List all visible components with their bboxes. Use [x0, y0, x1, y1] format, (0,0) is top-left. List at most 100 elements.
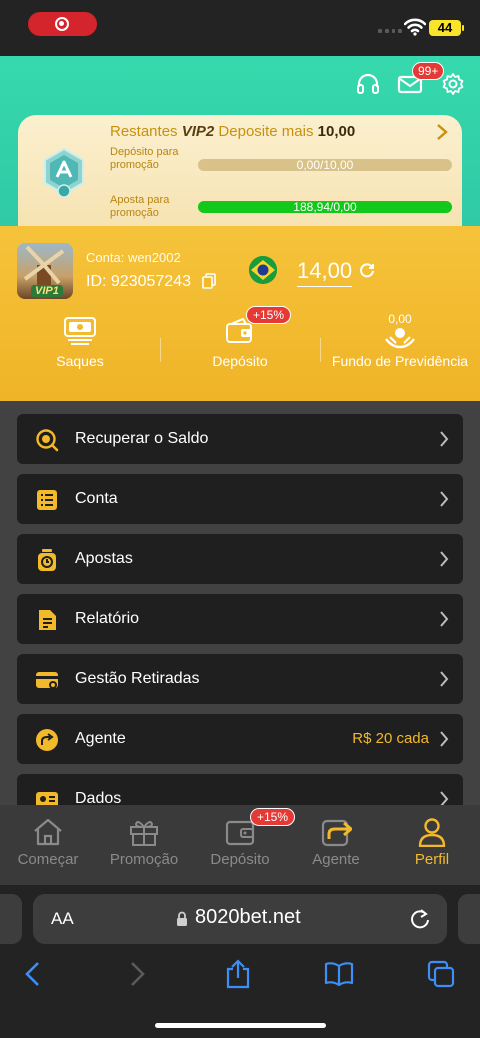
- reader-settings-button[interactable]: AA: [51, 909, 74, 929]
- menu-item-apostas[interactable]: Apostas: [17, 534, 463, 584]
- avatar-vip-tag: VIP1: [31, 285, 63, 297]
- fundo-label: Fundo de Previdência: [331, 353, 469, 369]
- bookmarks-book-icon[interactable]: [324, 959, 354, 989]
- cellular-signal-icon: [378, 29, 402, 33]
- account-label: Conta:: [86, 250, 125, 265]
- tabs-overview-icon[interactable]: [426, 959, 456, 989]
- saques-button[interactable]: Saques: [40, 316, 120, 396]
- vip-requirement-text: Restantes VIP2 Deposite mais 10,00: [110, 123, 355, 140]
- battery-indicator: 44: [429, 20, 464, 36]
- chevron-right-icon: [440, 671, 449, 687]
- cash-withdraw-icon: [64, 317, 96, 345]
- document-icon: [39, 610, 56, 630]
- account-username: Conta: wen2002: [86, 250, 181, 265]
- menu-item-recuperar-saldo[interactable]: Recuperar o Saldo: [17, 414, 463, 464]
- share-icon: [321, 819, 352, 847]
- account-id: ID: 923057243: [86, 273, 191, 291]
- list-icon: [37, 490, 57, 510]
- next-tab-preview[interactable]: [458, 894, 480, 944]
- tab-perfil[interactable]: Perfil: [384, 817, 480, 877]
- menu-item-label: Recuperar o Saldo: [75, 430, 209, 447]
- menu-item-conta[interactable]: Conta: [17, 474, 463, 524]
- refresh-balance-icon[interactable]: [359, 262, 375, 278]
- tab-promocao[interactable]: Promoção: [96, 817, 192, 877]
- tab-label: Começar: [17, 851, 79, 868]
- tab-label: Perfil: [414, 851, 450, 868]
- menu-item-label: Apostas: [75, 550, 133, 567]
- menu-item-label: Gestão Retiradas: [75, 670, 200, 687]
- vip-badge-icon: [44, 147, 84, 198]
- fundo-value: 0,00: [388, 312, 412, 326]
- settings-gear-icon[interactable]: [440, 72, 466, 96]
- hands-coin-icon: [385, 328, 415, 349]
- menu-item-label: Relatório: [75, 610, 140, 627]
- chevron-right-icon: [440, 611, 449, 627]
- menu-item-agente[interactable]: Agente R$ 20 cada: [17, 714, 463, 764]
- username: wen2002: [127, 250, 181, 265]
- home-icon: [34, 818, 62, 846]
- vip-progress-card[interactable]: Restantes VIP2 Deposite mais 10,00 Depós…: [18, 115, 462, 235]
- tab-label: Agente: [312, 851, 360, 868]
- divider: [160, 338, 161, 362]
- gift-icon: [130, 821, 158, 846]
- deposit-progress-label: Depósito para promoção: [110, 146, 179, 171]
- tab-agente[interactable]: Agente: [288, 817, 384, 877]
- tab-label: Depósito: [210, 851, 270, 868]
- status-bar: 44: [0, 0, 480, 56]
- deposit-bonus-badge: +15%: [246, 306, 292, 324]
- account-panel: VIP1 Conta: wen2002 ID: 923057243 14,00 …: [0, 226, 480, 401]
- menu-list: Recuperar o Saldo Conta Apostas Relatóri…: [0, 401, 480, 805]
- chevron-right-icon: [440, 491, 449, 507]
- balance-amount: 14,00: [297, 258, 353, 287]
- avatar[interactable]: VIP1: [17, 243, 73, 299]
- tab-comecar[interactable]: Começar: [0, 817, 96, 877]
- search-coin-icon: [36, 429, 59, 452]
- chevron-right-icon[interactable]: [436, 123, 448, 141]
- previous-tab-preview[interactable]: [0, 894, 22, 944]
- vip-middle-text: Deposite mais: [218, 123, 314, 140]
- card-icon: [36, 672, 58, 689]
- record-icon: [55, 17, 69, 31]
- saques-label: Saques: [56, 353, 104, 369]
- menu-item-gestao-retiradas[interactable]: Gestão Retiradas: [17, 654, 463, 704]
- tab-deposito[interactable]: Depósito: [192, 817, 288, 877]
- agent-reward-text: R$ 20 cada: [352, 730, 429, 747]
- home-indicator[interactable]: [155, 1023, 326, 1028]
- vip-prefix: Restantes: [110, 123, 178, 140]
- menu-item-dados[interactable]: Dados: [17, 774, 463, 805]
- copy-icon[interactable]: [202, 273, 216, 289]
- forward-arrow-icon[interactable]: [122, 959, 152, 989]
- tab-label: Promoção: [109, 851, 179, 868]
- browser-toolbar: AA 8020bet.net: [0, 885, 480, 1038]
- deposit-progress-text: 0,00/10,00: [296, 159, 354, 171]
- lock-icon: [177, 911, 187, 926]
- share-icon: [36, 729, 58, 751]
- wifi-icon: [404, 18, 426, 36]
- menu-item-label: Agente: [75, 730, 126, 747]
- id-label: ID:: [86, 273, 107, 290]
- menu-item-label: Conta: [75, 490, 118, 507]
- bet-progress-text: 188,94/0,00: [293, 201, 357, 213]
- vip-amount: 10,00: [317, 123, 356, 140]
- share-sheet-icon[interactable]: [223, 959, 253, 989]
- brazil-flag-icon[interactable]: [249, 256, 277, 284]
- back-arrow-icon[interactable]: [18, 959, 48, 989]
- address-bar[interactable]: AA 8020bet.net: [33, 894, 447, 944]
- bet-progress-bar: 188,94/0,00: [198, 201, 452, 213]
- vip-level: VIP2: [181, 123, 215, 140]
- menu-item-relatorio[interactable]: Relatório: [17, 594, 463, 644]
- deposito-label: Depósito: [212, 353, 268, 369]
- chevron-right-icon: [440, 431, 449, 447]
- headset-icon[interactable]: [355, 72, 381, 96]
- menu-item-label: Dados: [75, 790, 122, 805]
- fundo-button[interactable]: 0,00 Fundo de Previdência: [325, 312, 475, 396]
- screen-recording-indicator[interactable]: [28, 12, 97, 36]
- reload-icon[interactable]: [409, 908, 431, 930]
- user-icon: [418, 818, 446, 847]
- id-value: 923057243: [110, 273, 191, 290]
- url-text: 8020bet.net: [195, 906, 301, 928]
- divider: [320, 338, 321, 362]
- deposit-progress-bar: 0,00/10,00: [198, 159, 452, 171]
- clock-icon: [38, 549, 56, 571]
- deposito-button[interactable]: Depósito: [200, 316, 280, 396]
